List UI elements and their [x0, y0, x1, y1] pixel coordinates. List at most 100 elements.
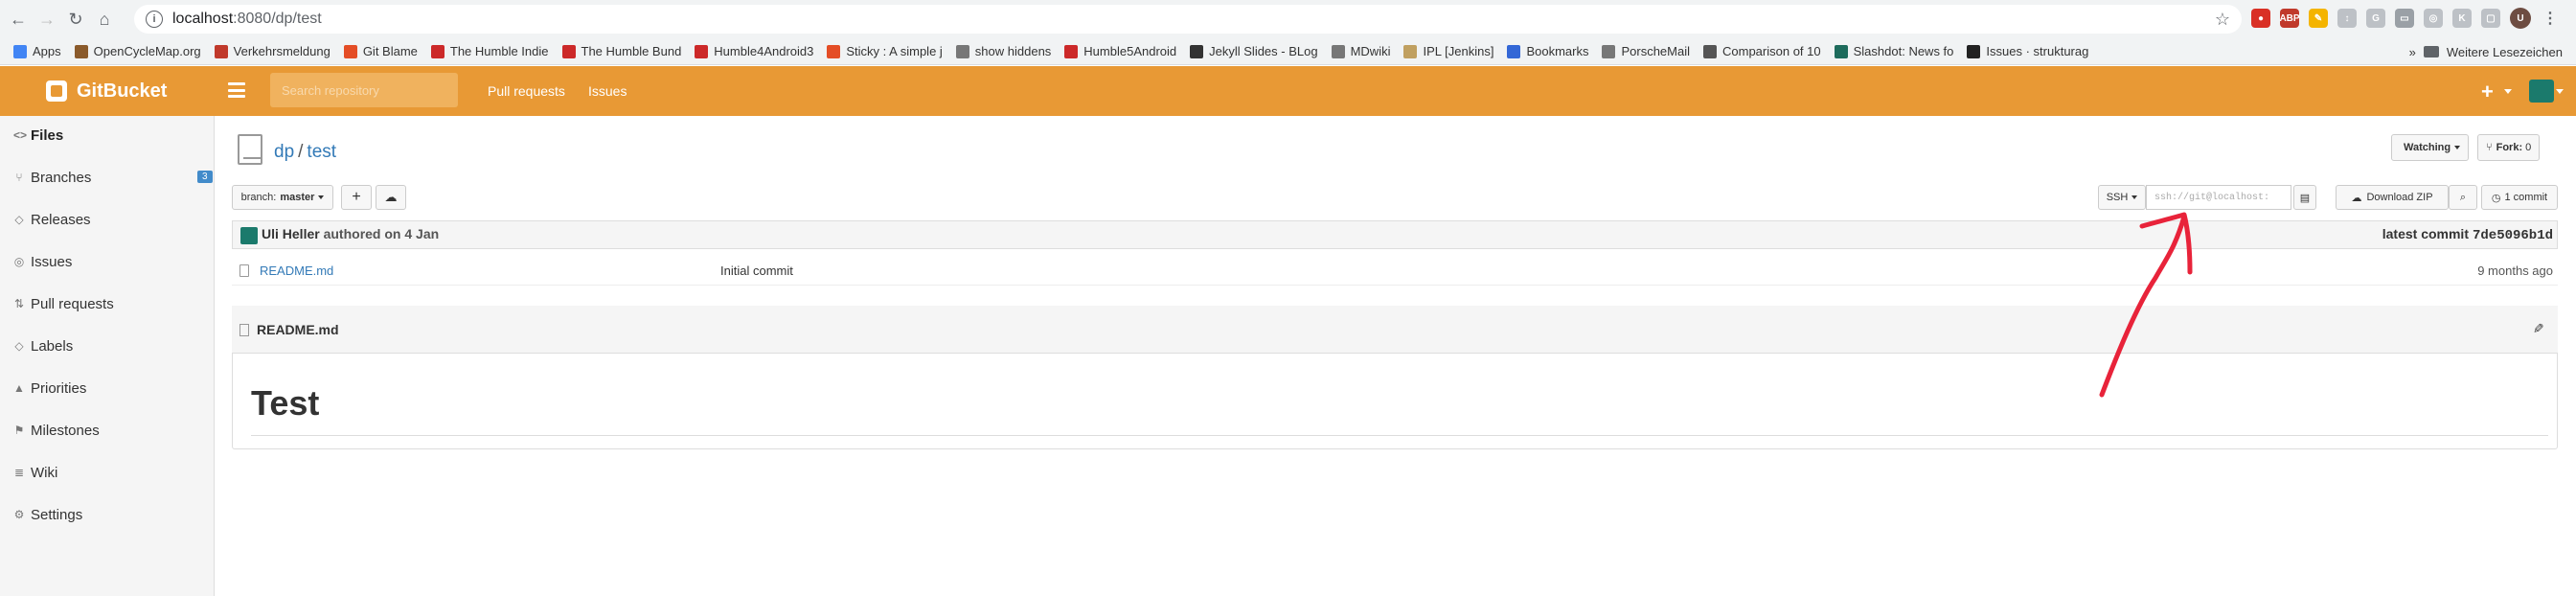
bookmark-icon: [1834, 44, 1848, 58]
address-bar[interactable]: i localhost:8080/dp/test ☆: [134, 5, 2242, 34]
extension-icon[interactable]: K: [2452, 9, 2472, 28]
bookmark-item[interactable]: Bookmarks: [1507, 44, 1588, 58]
brand[interactable]: GitBucket: [46, 66, 167, 116]
branch-selector[interactable]: branch: master: [232, 185, 333, 210]
bookmark-label: Apps: [33, 44, 61, 58]
user-avatar[interactable]: [2529, 80, 2554, 103]
file-icon: [239, 324, 249, 336]
sidebar-item-labels[interactable]: ◇ Labels: [13, 332, 205, 360]
bookmark-label: Jekyll Slides - BLog: [1209, 44, 1318, 58]
bookmark-label: Verkehrsmeldung: [233, 44, 331, 58]
bookmark-item[interactable]: Apps: [13, 44, 61, 58]
bookmark-icon: [561, 44, 576, 58]
bookmark-icon: [1403, 44, 1418, 58]
sidebar-item-label: Issues: [31, 253, 73, 270]
chevron-down-icon: [2131, 195, 2138, 199]
sidebar-item-branches[interactable]: ⑂ Branches 3: [13, 163, 213, 192]
menu-icon[interactable]: ⋮: [2541, 9, 2560, 28]
bookmark-label: Git Blame: [362, 44, 418, 58]
sidebar-item-pull-requests[interactable]: ⇅ Pull requests: [13, 289, 205, 318]
search-input[interactable]: [270, 73, 458, 107]
author-name[interactable]: Uli Heller: [262, 226, 320, 241]
bookmark-item[interactable]: IPL [Jenkins]: [1403, 44, 1493, 58]
adblock-icon[interactable]: ABP: [2279, 9, 2300, 28]
bookmark-label: Issues · strukturag: [1986, 44, 2089, 58]
repo-name-link[interactable]: test: [307, 142, 336, 162]
extension-icon[interactable]: G: [2366, 9, 2385, 28]
bookmark-label: Humble4Android3: [714, 44, 814, 58]
chevron-down-icon[interactable]: [2504, 89, 2512, 94]
bookmark-item[interactable]: Slashdot: News fo: [1834, 44, 1953, 58]
sidebar-item-priorities[interactable]: ▲ Priorities: [13, 374, 205, 402]
profile-avatar[interactable]: U: [2510, 8, 2531, 29]
bookmark-item[interactable]: Humble5Android: [1064, 44, 1176, 58]
commits-button[interactable]: ◷ 1 commit: [2481, 185, 2558, 210]
reload-icon[interactable]: ↻: [65, 9, 86, 30]
bookmark-item[interactable]: Sticky : A simple j: [827, 44, 943, 58]
bookmark-item[interactable]: The Humble Bund: [561, 44, 682, 58]
bookmark-item[interactable]: show hiddens: [955, 44, 1051, 58]
bookmark-star-icon[interactable]: ☆: [2215, 10, 2230, 30]
more-bookmarks-button[interactable]: »: [2409, 45, 2416, 59]
nav-issues[interactable]: Issues: [588, 66, 627, 116]
fork-button[interactable]: ⑂ Fork: 0: [2477, 134, 2541, 161]
bookmark-item[interactable]: Git Blame: [343, 44, 418, 58]
bookmark-icon: [13, 44, 27, 58]
file-name-link[interactable]: README.md: [260, 264, 333, 278]
sidebar-item-releases[interactable]: ◇ Releases: [13, 205, 205, 234]
hamburger-menu-icon[interactable]: [228, 82, 245, 98]
extension-icon[interactable]: ▢: [2481, 9, 2500, 28]
sidebar-item-issues[interactable]: ◎ Issues: [13, 247, 205, 276]
chevron-down-icon[interactable]: [2556, 89, 2564, 94]
bookmark-label: Bookmarks: [1526, 44, 1589, 58]
bookmark-item[interactable]: Jekyll Slides - BLog: [1190, 44, 1318, 58]
bookmark-item[interactable]: Verkehrsmeldung: [214, 44, 331, 58]
bookmark-item[interactable]: PorscheMail: [1602, 44, 1690, 58]
sidebar-item-label: Wiki: [31, 464, 58, 481]
divider: [251, 435, 2548, 436]
extension-icon[interactable]: ✎: [2309, 9, 2328, 28]
commit-sha[interactable]: 7de5096b1d: [2473, 228, 2553, 243]
bookmark-item[interactable]: MDwiki: [1331, 44, 1390, 58]
other-bookmarks[interactable]: Weitere Lesezeichen: [2447, 45, 2563, 59]
protocol-selector[interactable]: SSH: [2098, 185, 2146, 210]
bookmark-item[interactable]: OpenCycleMap.org: [74, 44, 201, 58]
sidebar-item-settings[interactable]: ⚙ Settings: [13, 500, 205, 529]
download-zip-button[interactable]: ☁ Download ZIP: [2336, 185, 2449, 210]
nav-pull-requests[interactable]: Pull requests: [488, 66, 565, 116]
bookmark-item[interactable]: The Humble Indie: [430, 44, 549, 58]
add-file-button[interactable]: +: [341, 185, 372, 210]
author-avatar[interactable]: [240, 227, 258, 244]
bookmark-label: OpenCycleMap.org: [93, 44, 201, 58]
watching-button[interactable]: Watching: [2391, 134, 2470, 161]
pencil-icon[interactable]: ✎: [2529, 323, 2545, 334]
file-commit-message[interactable]: Initial commit: [720, 264, 793, 278]
latest-commit-bar: [232, 220, 2558, 249]
bookmark-icon: [1064, 44, 1079, 58]
bookmark-label: The Humble Bund: [581, 44, 682, 58]
sidebar-item-milestones[interactable]: ⚑ Milestones: [13, 416, 205, 445]
bookmark-label: Humble5Android: [1083, 44, 1177, 58]
repo-sidebar: <> Files ⑂ Branches 3 ◇ Releases ◎ Issues ⇅ Pull r…: [0, 116, 215, 596]
gear-icon: ⚙: [13, 508, 25, 521]
bookmark-item[interactable]: Comparison of 10: [1703, 44, 1821, 58]
info-icon[interactable]: i: [146, 11, 163, 28]
sidebar-item-files[interactable]: <> Files: [13, 121, 205, 149]
repo-owner-link[interactable]: dp: [274, 142, 294, 162]
create-new-icon[interactable]: +: [2481, 80, 2494, 104]
branch-label: branch:: [240, 192, 277, 203]
extension-icon[interactable]: ●: [2251, 9, 2270, 28]
cast-icon[interactable]: ▭: [2395, 9, 2414, 28]
upload-button[interactable]: ☁: [376, 185, 406, 210]
clone-url-field[interactable]: ssh://git@localhost:: [2146, 185, 2291, 210]
extension-icon[interactable]: ◎: [2424, 9, 2443, 28]
bookmark-item[interactable]: Humble4Android3: [695, 44, 813, 58]
bookmark-item[interactable]: Issues · strukturag: [1967, 44, 2088, 58]
search-code-button[interactable]: ⌕: [2449, 185, 2477, 210]
back-icon[interactable]: ←: [8, 9, 29, 30]
copy-url-button[interactable]: ▤: [2293, 185, 2316, 210]
sidebar-item-wiki[interactable]: ≣ Wiki: [13, 458, 205, 487]
extension-icon[interactable]: ↕: [2337, 9, 2357, 28]
forward-icon[interactable]: →: [36, 9, 57, 30]
home-icon[interactable]: ⌂: [94, 9, 115, 30]
